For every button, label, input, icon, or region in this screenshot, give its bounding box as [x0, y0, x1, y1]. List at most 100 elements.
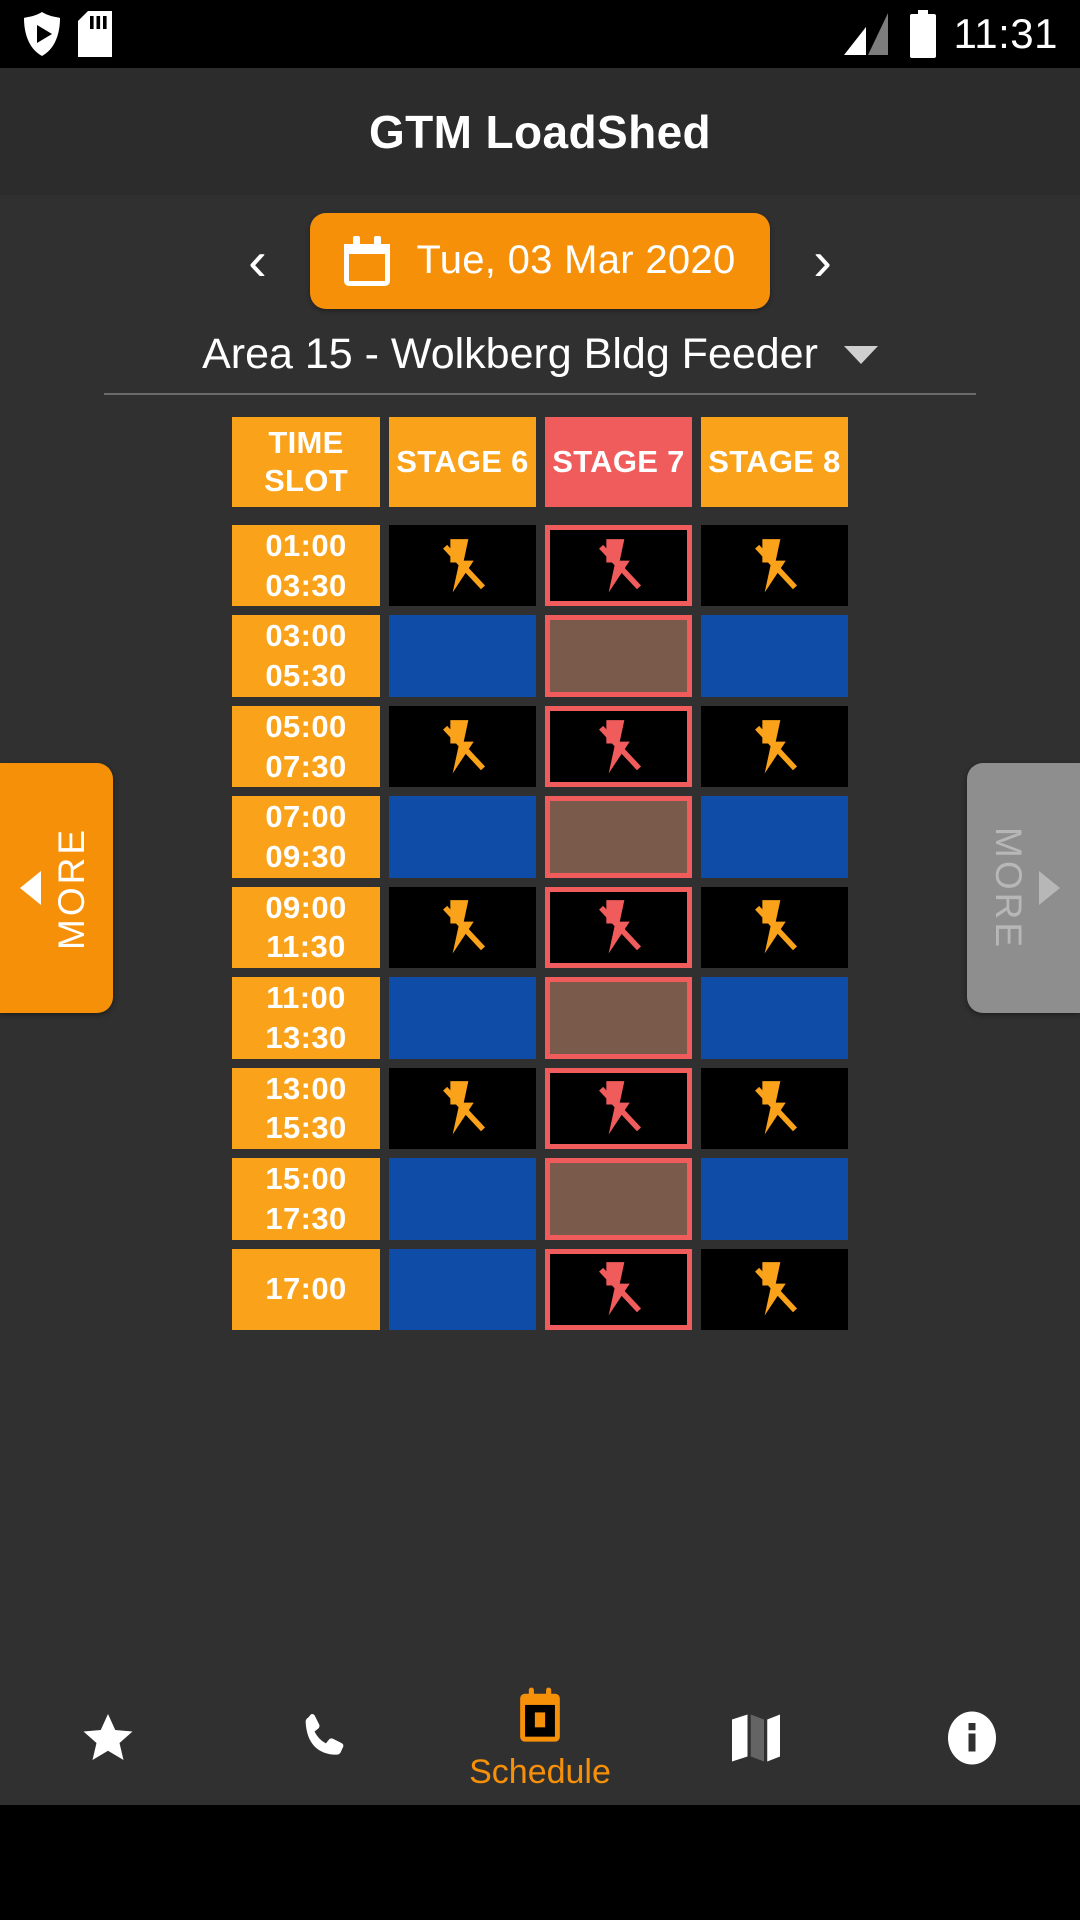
- area-select-wrapper: Area 15 - Wolkberg Bldg Feeder: [0, 320, 1080, 395]
- schedule-table-header-row: TIME SLOT STAGE 6 STAGE 7 STAGE 8: [232, 417, 848, 507]
- column-header-time-slot[interactable]: TIME SLOT: [232, 417, 380, 507]
- time-slot-cell[interactable]: 13:00 15:30: [232, 1067, 380, 1150]
- more-previous-label: MORE: [51, 826, 92, 950]
- table-fade-overlay: [0, 1654, 1080, 1670]
- flash-off-icon: [598, 1262, 641, 1316]
- table-row: 03:00 05:30: [232, 615, 848, 697]
- shield-play-icon: [24, 12, 60, 56]
- flash-off-icon: [598, 719, 641, 774]
- nav-item-schedule[interactable]: Schedule: [432, 1670, 648, 1805]
- flash-off-icon: [754, 719, 797, 774]
- schedule-cell[interactable]: [545, 977, 692, 1059]
- nav-item-contacts[interactable]: [216, 1670, 432, 1805]
- time-slot-start: 17:00: [265, 1271, 347, 1307]
- time-slot-start: 15:00: [265, 1161, 347, 1197]
- time-slot-end: 17:30: [265, 1200, 347, 1236]
- app-bar: GTM LoadShed: [0, 68, 1080, 195]
- time-slot-end: 13:30: [265, 1019, 347, 1055]
- status-bar-clock: 11:31: [953, 10, 1058, 57]
- time-slot-start: 09:00: [265, 889, 347, 925]
- previous-day-button[interactable]: ‹: [230, 232, 284, 289]
- schedule-cell[interactable]: [389, 796, 536, 878]
- page-title: GTM LoadShed: [368, 105, 712, 158]
- flash-off-icon: [754, 1081, 797, 1135]
- flash-off-icon: [598, 900, 641, 954]
- time-slot-cell[interactable]: 15:00 17:30: [232, 1158, 380, 1240]
- flash-off-icon: [598, 538, 641, 593]
- time-slot-cell[interactable]: 01:00 03:30: [232, 525, 380, 607]
- schedule-table: TIME SLOT STAGE 6 STAGE 7 STAGE 8 01:00 0…: [232, 417, 848, 1330]
- time-slot-start: 13:00: [265, 1070, 347, 1106]
- nav-item-schedule-label: Schedule: [469, 1752, 611, 1791]
- phone-icon: [305, 1713, 344, 1755]
- schedule-cell[interactable]: [545, 705, 692, 788]
- schedule-cell[interactable]: [389, 525, 536, 607]
- column-header-stage-6[interactable]: STAGE 6: [389, 417, 536, 507]
- time-slot-cell[interactable]: 05:00 07:30: [232, 705, 380, 788]
- status-bar-right-icons: 11:31: [840, 10, 1059, 58]
- table-row: 15:00 17:30: [232, 1158, 848, 1240]
- time-slot-header-line1: TIME: [268, 424, 344, 460]
- status-bar: 11:31: [0, 0, 1080, 68]
- schedule-cell[interactable]: [701, 1067, 848, 1150]
- schedule-cell[interactable]: [389, 977, 536, 1059]
- column-header-stage-8[interactable]: STAGE 8: [701, 417, 848, 507]
- schedule-cell[interactable]: [545, 525, 692, 607]
- table-row: 07:00 09:30: [232, 796, 848, 878]
- triangle-right-icon: [1039, 871, 1060, 905]
- schedule-cell[interactable]: [389, 1067, 536, 1150]
- table-row: 01:00 03:30: [232, 525, 848, 607]
- table-row: 11:00 13:30: [232, 977, 848, 1059]
- main-content: ‹ Tue, 03 Mar 2020 › Area 15 - Wolkberg …: [0, 195, 1080, 1920]
- date-picker-button[interactable]: Tue, 03 Mar 2020: [310, 212, 770, 309]
- more-next-button[interactable]: MORE: [967, 763, 1080, 1013]
- time-slot-end: 11:30: [266, 929, 346, 965]
- time-slot-end: 05:30: [265, 658, 347, 694]
- schedule-cell[interactable]: [389, 705, 536, 788]
- schedule-cell[interactable]: [545, 1158, 692, 1240]
- schedule-cell[interactable]: [701, 615, 848, 697]
- column-header-stage-7[interactable]: STAGE 7: [545, 417, 692, 507]
- schedule-cell[interactable]: [545, 886, 692, 969]
- flash-off-icon: [442, 719, 485, 774]
- nav-item-favourites[interactable]: [0, 1670, 216, 1805]
- time-slot-cell[interactable]: 09:00 11:30: [232, 886, 380, 969]
- nav-item-map[interactable]: [648, 1670, 864, 1805]
- schedule-cell[interactable]: [389, 1248, 536, 1330]
- schedule-cell[interactable]: [701, 886, 848, 969]
- schedule-cell[interactable]: [701, 705, 848, 788]
- schedule-cell[interactable]: [545, 615, 692, 697]
- schedule-cell[interactable]: [701, 525, 848, 607]
- time-slot-start: 11:00: [266, 980, 346, 1016]
- schedule-cell[interactable]: [545, 1248, 692, 1330]
- area-select-dropdown[interactable]: Area 15 - Wolkberg Bldg Feeder: [104, 330, 976, 395]
- more-previous-button[interactable]: MORE: [0, 763, 113, 1013]
- schedule-cell[interactable]: [701, 977, 848, 1059]
- schedule-cell[interactable]: [701, 1158, 848, 1240]
- nav-item-info[interactable]: [864, 1670, 1080, 1805]
- next-day-button[interactable]: ›: [796, 232, 850, 289]
- flash-off-icon: [598, 1081, 641, 1135]
- schedule-cell[interactable]: [389, 615, 536, 697]
- calendar-icon: [520, 1687, 560, 1742]
- flash-off-icon: [754, 538, 797, 593]
- time-slot-start: 07:00: [265, 799, 347, 835]
- flash-off-icon: [754, 900, 797, 954]
- schedule-cell[interactable]: [701, 1248, 848, 1330]
- time-slot-cell[interactable]: 07:00 09:30: [232, 796, 380, 878]
- time-slot-cell[interactable]: 17:00: [232, 1248, 380, 1330]
- schedule-cell[interactable]: [701, 796, 848, 878]
- flash-off-icon: [442, 538, 485, 593]
- table-row: 17:00: [232, 1248, 848, 1330]
- schedule-cell[interactable]: [545, 796, 692, 878]
- area-select-value: Area 15 - Wolkberg Bldg Feeder: [202, 330, 818, 378]
- signal-icon: [843, 13, 888, 55]
- schedule-cell[interactable]: [545, 1067, 692, 1150]
- bottom-navigation: Schedule: [0, 1670, 1080, 1805]
- time-slot-cell[interactable]: 11:00 13:30: [232, 977, 380, 1059]
- schedule-cell[interactable]: [389, 886, 536, 969]
- time-slot-start: 01:00: [265, 528, 347, 564]
- schedule-cell[interactable]: [389, 1158, 536, 1240]
- time-slot-cell[interactable]: 03:00 05:30: [232, 615, 380, 697]
- triangle-left-icon: [20, 871, 41, 905]
